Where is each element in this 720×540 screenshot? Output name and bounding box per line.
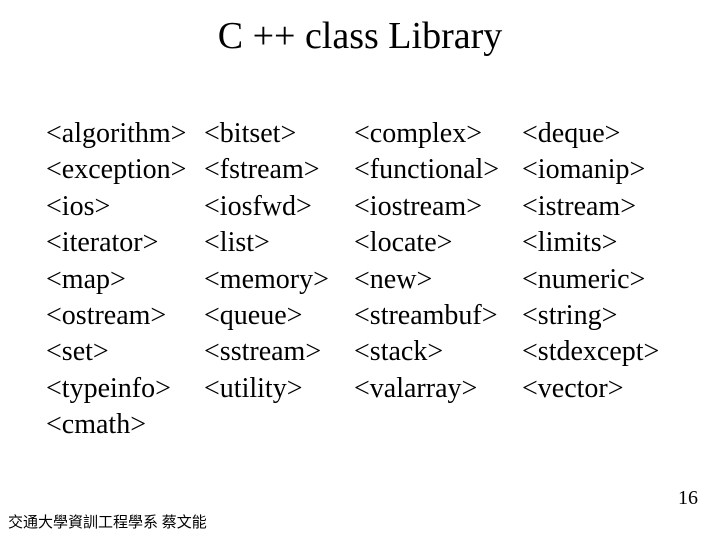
cell: <istream>	[522, 189, 636, 225]
table-row: <cmath>	[46, 407, 686, 443]
cell: <iostream>	[354, 189, 522, 225]
cell: <queue>	[204, 298, 354, 334]
cell: <valarray>	[354, 371, 522, 407]
table-row: <set> <sstream> <stack> <stdexcept>	[46, 334, 686, 370]
page-number: 16	[678, 487, 698, 510]
table-row: <iterator> <list> <locate> <limits>	[46, 225, 686, 261]
table-row: <ios> <iosfwd> <iostream> <istream>	[46, 189, 686, 225]
cell: <iterator>	[46, 225, 204, 261]
table-row: <exception> <fstream> <functional> <ioma…	[46, 152, 686, 188]
cell: <complex>	[354, 116, 522, 152]
cell	[354, 407, 522, 443]
slide: C ++ class Library <algorithm> <bitset> …	[0, 0, 720, 540]
cell: <numeric>	[522, 262, 645, 298]
cell: <list>	[204, 225, 354, 261]
cell: <fstream>	[204, 152, 354, 188]
footer-text: 交通大學資訓工程學系 蔡文能	[8, 511, 207, 532]
cell: <set>	[46, 334, 204, 370]
cell: <iosfwd>	[204, 189, 354, 225]
cell: <deque>	[522, 116, 620, 152]
cell: <cmath>	[46, 407, 204, 443]
cell: <functional>	[354, 152, 522, 188]
header-table: <algorithm> <bitset> <complex> <deque> <…	[46, 116, 686, 444]
cell: <map>	[46, 262, 204, 298]
cell: <sstream>	[204, 334, 354, 370]
cell: <new>	[354, 262, 522, 298]
cell: <stdexcept>	[522, 334, 659, 370]
cell: <stack>	[354, 334, 522, 370]
table-row: <typeinfo> <utility> <valarray> <vector>	[46, 371, 686, 407]
cell: <vector>	[522, 371, 624, 407]
cell: <ios>	[46, 189, 204, 225]
cell: <bitset>	[204, 116, 354, 152]
cell: <algorithm>	[46, 116, 204, 152]
cell: <iomanip>	[522, 152, 645, 188]
page-title: C ++ class Library	[0, 14, 720, 58]
cell: <string>	[522, 298, 617, 334]
cell: <streambuf>	[354, 298, 522, 334]
cell: <limits>	[522, 225, 617, 261]
cell	[204, 407, 354, 443]
cell: <memory>	[204, 262, 354, 298]
table-row: <map> <memory> <new> <numeric>	[46, 262, 686, 298]
table-row: <ostream> <queue> <streambuf> <string>	[46, 298, 686, 334]
table-row: <algorithm> <bitset> <complex> <deque>	[46, 116, 686, 152]
cell: <typeinfo>	[46, 371, 204, 407]
cell: <ostream>	[46, 298, 204, 334]
cell: <locate>	[354, 225, 522, 261]
cell: <exception>	[46, 152, 204, 188]
cell: <utility>	[204, 371, 354, 407]
